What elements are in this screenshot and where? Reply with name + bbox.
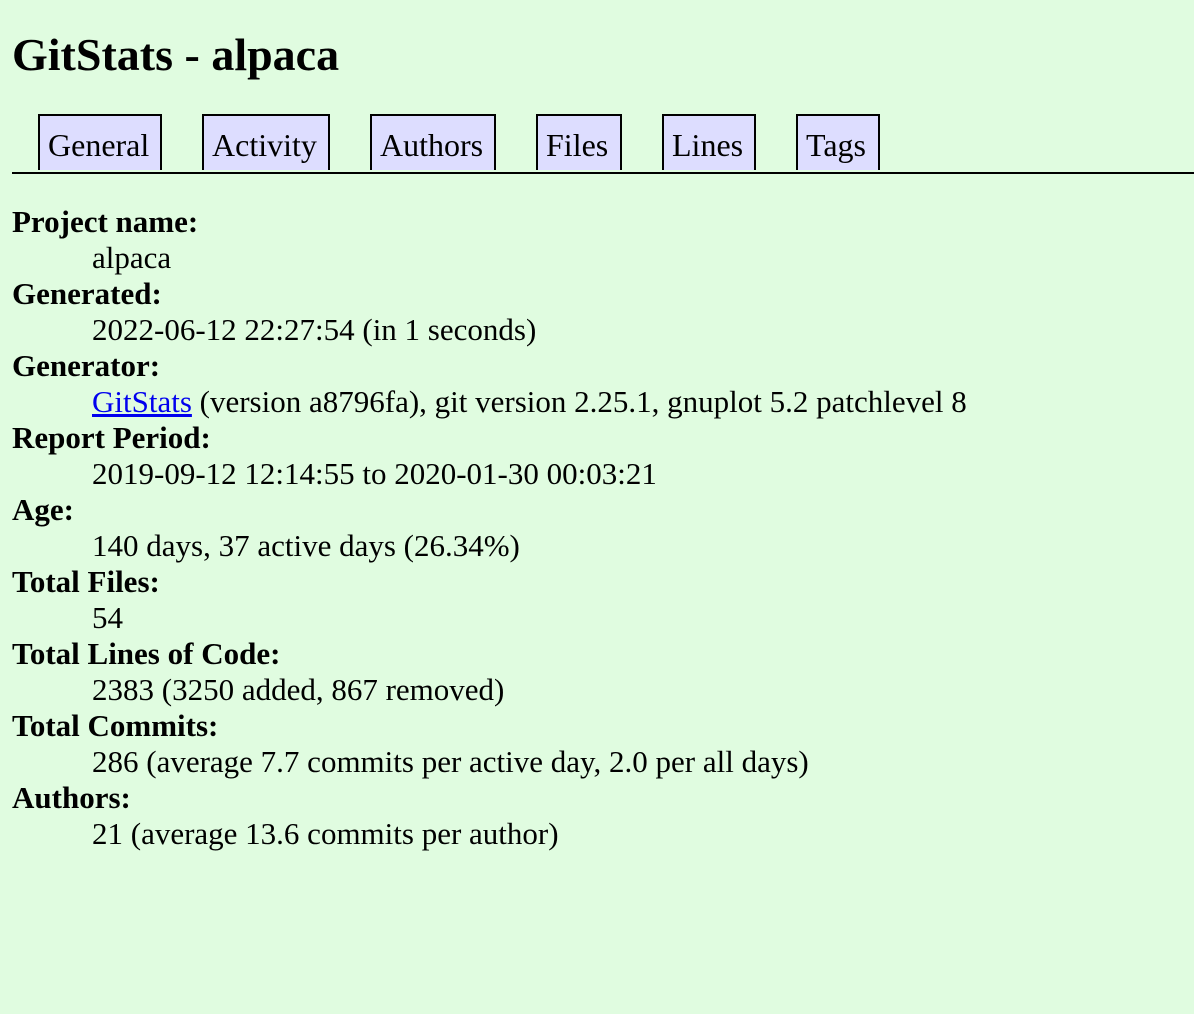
- report-period-value: 2019-09-12 12:14:55 to 2020-01-30 00:03:…: [92, 456, 657, 491]
- generated-value: 2022-06-12 22:27:54 (in 1 seconds): [92, 312, 537, 347]
- tab-lines[interactable]: Lines: [662, 114, 756, 170]
- general-stats-list: Project name: alpaca Generated: 2022-06-…: [12, 204, 1194, 852]
- report-period-label: Report Period:: [12, 420, 211, 455]
- generator-value: GitStats (version a8796fa), git version …: [92, 384, 1194, 420]
- total-lines-label: Total Lines of Code:: [12, 636, 281, 671]
- nav-bar: General Activity Authors Files Lines Tag…: [12, 114, 1194, 174]
- age-label: Age:: [12, 492, 74, 527]
- tab-general[interactable]: General: [38, 114, 162, 170]
- page-title: GitStats - alpaca: [12, 29, 340, 80]
- total-lines-value: 2383 (3250 added, 867 removed): [92, 672, 505, 707]
- total-commits-value: 286 (average 7.7 commits per active day,…: [92, 744, 809, 779]
- age-value: 140 days, 37 active days (26.34%): [92, 528, 520, 563]
- generator-label: Generator:: [12, 348, 161, 383]
- tab-files[interactable]: Files: [536, 114, 622, 170]
- total-files-value: 54: [92, 600, 123, 635]
- total-files-label: Total Files:: [12, 564, 160, 599]
- tab-activity[interactable]: Activity: [202, 114, 330, 170]
- tab-tags[interactable]: Tags: [796, 114, 880, 170]
- generated-label: Generated:: [12, 276, 162, 311]
- authors-label: Authors:: [12, 780, 131, 815]
- tab-authors[interactable]: Authors: [370, 114, 496, 170]
- total-commits-label: Total Commits:: [12, 708, 219, 743]
- generator-version-text: (version a8796fa), git version 2.25.1, g…: [191, 384, 967, 419]
- authors-value: 21 (average 13.6 commits per author): [92, 816, 559, 851]
- project-name-value: alpaca: [92, 240, 172, 275]
- project-name-label: Project name:: [12, 204, 199, 239]
- gitstats-link[interactable]: GitStats: [92, 384, 192, 419]
